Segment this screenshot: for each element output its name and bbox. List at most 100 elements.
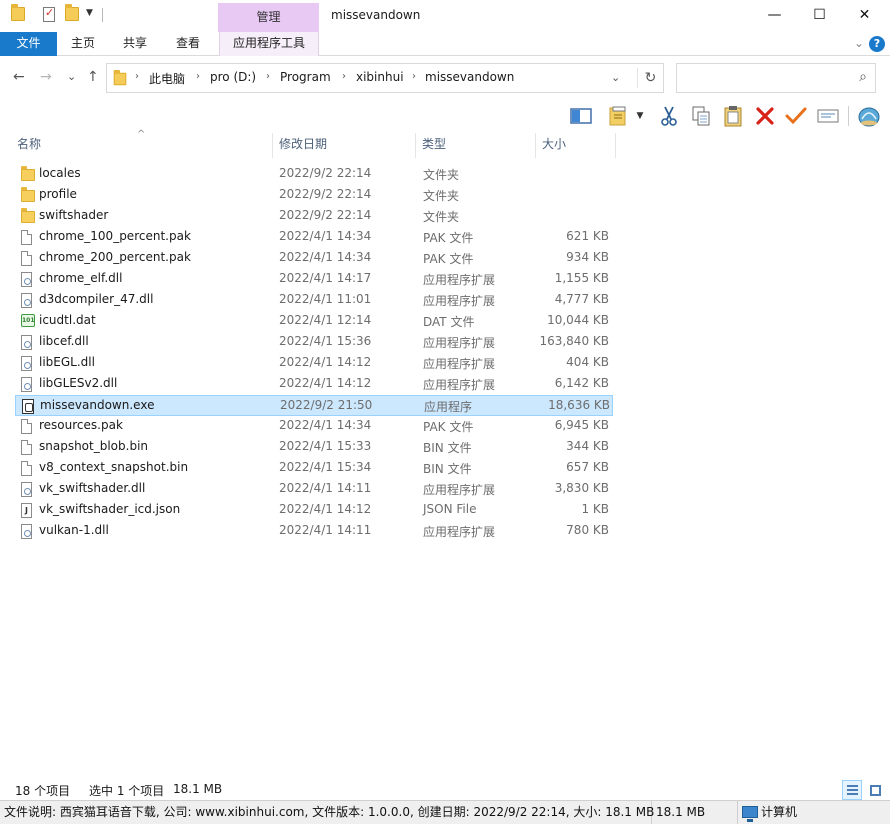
maximize-button[interactable]: ☐ — [797, 0, 842, 30]
file-icon — [21, 419, 32, 434]
forward-button[interactable]: → — [40, 69, 52, 85]
file-row[interactable]: vk_swiftshader.dll 2022/4/1 14:11 应用程序扩展 3,… — [15, 479, 613, 500]
file-icon — [21, 251, 32, 266]
title-bar: ▼ 管理 missevandown — ☐ ✕ — [0, 0, 890, 32]
check-icon[interactable] — [783, 104, 809, 128]
breadcrumb-separator[interactable]: › — [412, 71, 416, 82]
close-button[interactable]: ✕ — [842, 0, 887, 30]
file-size: 3,830 KB — [554, 481, 609, 495]
tab-share[interactable]: 共享 — [112, 32, 158, 56]
breadcrumb-program[interactable]: Program — [280, 70, 331, 84]
file-row[interactable]: snapshot_blob.bin 2022/4/1 15:33 BIN 文件 344… — [15, 437, 613, 458]
file-date: 2022/4/1 14:11 — [279, 523, 372, 537]
address-dropdown-icon[interactable]: ⌄ — [611, 71, 620, 84]
item-count: 18 个项目 — [15, 784, 71, 798]
tab-app-tools[interactable]: 应用程序工具 — [219, 32, 319, 56]
copy-icon[interactable] — [688, 104, 714, 128]
file-row[interactable]: resources.pak 2022/4/1 14:34 PAK 文件 6,945 K… — [15, 416, 613, 437]
dll-file-icon — [21, 524, 32, 539]
tab-home[interactable]: 主页 — [60, 32, 106, 56]
breadcrumb-separator[interactable]: › — [135, 71, 139, 82]
file-name: libGLESv2.dll — [39, 376, 118, 390]
refresh-button[interactable]: ↻ — [637, 68, 663, 88]
file-name: vulkan-1.dll — [39, 523, 109, 537]
file-row[interactable]: libEGL.dll 2022/4/1 14:12 应用程序扩展 404 KB — [15, 353, 613, 374]
file-type: 文件夹 — [423, 168, 460, 182]
file-name: locales — [39, 166, 81, 180]
file-row[interactable]: swiftshader 2022/9/2 22:14 文件夹 — [15, 206, 613, 227]
file-name: libEGL.dll — [39, 355, 95, 369]
file-icon — [21, 440, 32, 455]
recent-locations-button[interactable]: ⌄ — [67, 70, 76, 83]
file-row[interactable]: chrome_200_percent.pak 2022/4/1 14:34 PAK … — [15, 248, 613, 269]
tab-file[interactable]: 文件 — [0, 32, 57, 56]
breadcrumb-missevandown[interactable]: missevandown — [425, 70, 514, 84]
file-row[interactable]: libGLESv2.dll 2022/4/1 14:12 应用程序扩展 6,142 K… — [15, 374, 613, 395]
search-icon[interactable]: ⌕ — [859, 69, 867, 85]
file-size: 404 KB — [566, 355, 609, 369]
column-type[interactable]: 类型 — [416, 133, 536, 158]
back-button[interactable]: ← — [13, 69, 25, 85]
file-row[interactable]: chrome_elf.dll 2022/4/1 14:17 应用程序扩展 1,155 … — [15, 269, 613, 290]
folder-icon — [21, 208, 35, 223]
address-bar[interactable]: › 此电脑 › pro (D:) › Program › xibinhui › … — [106, 63, 664, 93]
breadcrumb-separator[interactable]: › — [196, 71, 200, 82]
column-date[interactable]: 修改日期 — [273, 133, 416, 158]
file-row[interactable]: missevandown.exe 2022/9/2 21:50 应用程序 18,636… — [15, 395, 613, 416]
minimize-button[interactable]: — — [752, 0, 797, 30]
file-row[interactable]: chrome_100_percent.pak 2022/4/1 14:34 PAK … — [15, 227, 613, 248]
file-row[interactable]: Jvk_swiftshader_icd.json 2022/4/1 14:12 JS… — [15, 500, 613, 521]
file-size: 1,155 KB — [554, 271, 609, 285]
breadcrumb-drive[interactable]: pro (D:) — [210, 70, 256, 84]
paste-icon[interactable] — [720, 104, 746, 128]
file-row[interactable]: profile 2022/9/2 22:14 文件夹 — [15, 185, 613, 206]
properties-icon[interactable] — [606, 104, 632, 128]
file-row[interactable]: libcef.dll 2022/4/1 15:36 应用程序扩展 163,840 KB — [15, 332, 613, 353]
file-date: 2022/9/2 21:50 — [280, 398, 373, 412]
file-size: 621 KB — [566, 229, 609, 243]
dll-file-icon — [21, 356, 32, 371]
tab-manage[interactable]: 管理 — [218, 3, 319, 32]
file-size: 18,636 KB — [548, 398, 610, 412]
column-name[interactable]: 名称 — [11, 133, 273, 158]
properties-icon[interactable] — [43, 6, 55, 22]
file-row[interactable]: locales 2022/9/2 22:14 文件夹 — [15, 164, 613, 185]
quick-access-dropdown-icon[interactable]: ▼ — [86, 8, 93, 18]
delete-icon[interactable] — [752, 104, 778, 128]
breadcrumb-this-pc[interactable]: 此电脑 — [149, 70, 185, 87]
file-description: 文件说明: 西宾猫耳语音下载, 公司: www.xibinhui.com, 文件… — [0, 801, 654, 824]
file-row[interactable]: d3dcompiler_47.dll 2022/4/1 11:01 应用程序扩展 4,… — [15, 290, 613, 311]
breadcrumb-xibinhui[interactable]: xibinhui — [356, 70, 404, 84]
file-name: snapshot_blob.bin — [39, 439, 149, 453]
file-type: 应用程序扩展 — [423, 483, 496, 497]
large-icons-view-button[interactable] — [865, 780, 885, 800]
cut-icon[interactable] — [656, 104, 682, 128]
help-icon[interactable]: ? — [869, 36, 885, 52]
rename-icon[interactable] — [815, 104, 841, 128]
breadcrumb-separator[interactable]: › — [266, 71, 270, 82]
folder-icon — [21, 166, 35, 181]
properties-dropdown-icon[interactable]: ▼ — [632, 104, 648, 128]
new-folder-icon[interactable] — [65, 4, 79, 21]
file-row[interactable]: 101 icudtl.dat 2022/4/1 12:14 DAT 文件 10,044 … — [15, 311, 613, 332]
details-view-button[interactable] — [842, 780, 862, 800]
file-row[interactable]: v8_context_snapshot.bin 2022/4/1 15:34 BIN… — [15, 458, 613, 479]
chevron-down-icon[interactable]: ⌄ — [854, 36, 864, 50]
file-row[interactable]: vulkan-1.dll 2022/4/1 14:11 应用程序扩展 780 KB — [15, 521, 613, 542]
preview-pane-icon[interactable] — [568, 104, 594, 128]
file-date: 2022/4/1 14:34 — [279, 250, 372, 264]
details-view-icon — [847, 785, 858, 795]
file-date: 2022/4/1 14:12 — [279, 355, 372, 369]
file-date: 2022/4/1 14:17 — [279, 271, 372, 285]
tab-view[interactable]: 查看 — [165, 32, 211, 56]
dll-file-icon — [21, 272, 32, 287]
shell-icon[interactable] — [856, 104, 882, 128]
column-size[interactable]: 大小 — [536, 133, 616, 158]
folder-icon[interactable] — [11, 4, 25, 21]
file-date: 2022/4/1 15:34 — [279, 460, 372, 474]
column-header: ^ 名称 修改日期 类型 大小 — [0, 129, 890, 158]
file-name: missevandown.exe — [40, 398, 155, 412]
search-input[interactable]: ⌕ — [676, 63, 876, 93]
breadcrumb-separator[interactable]: › — [342, 71, 346, 82]
up-button[interactable]: ↑ — [87, 69, 99, 85]
